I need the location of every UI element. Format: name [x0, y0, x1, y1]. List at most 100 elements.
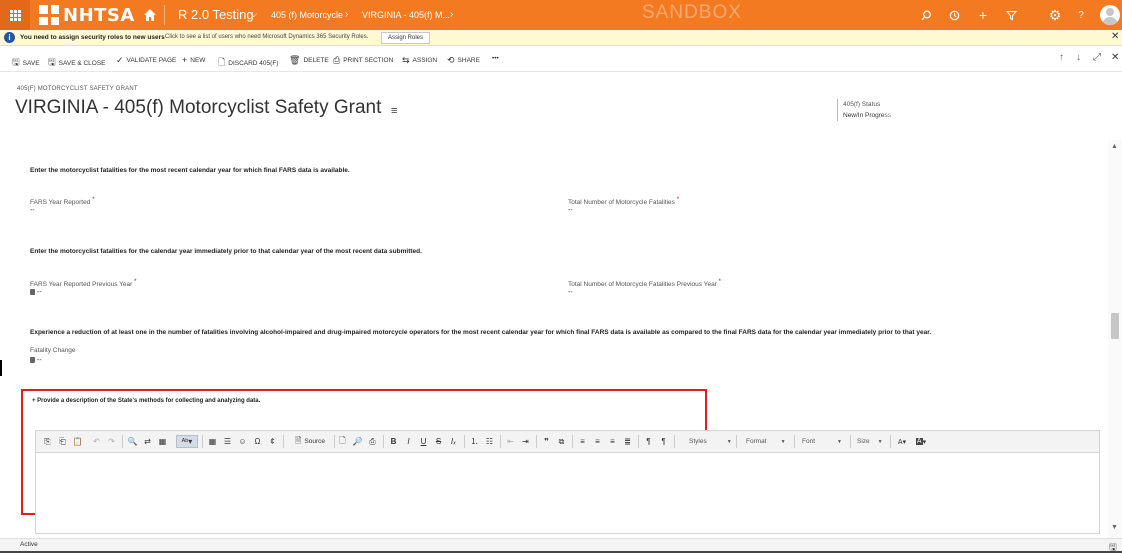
section-heading-prior-year: Enter the motorcyclist fatalities for th…	[30, 248, 422, 255]
table-icon[interactable]: ▦	[207, 435, 218, 448]
bulleted-list-icon[interactable]: ☷	[484, 435, 495, 448]
smiley-icon[interactable]: ☺	[237, 435, 248, 448]
size-dropdown[interactable]: Size ▼	[852, 435, 888, 448]
delete-button[interactable]: 🗑 DELETE	[289, 55, 329, 66]
status-label: 405(f) Status	[843, 101, 881, 108]
cut-icon[interactable]: ⎘	[42, 435, 53, 448]
discard-button[interactable]: 🗋 DISCARD 405(F)	[218, 55, 278, 71]
spellcheck-icon[interactable]: ᴬᵇ▾	[176, 435, 198, 448]
italic-icon[interactable]: I	[403, 435, 414, 448]
scroll-thumb[interactable]	[1111, 313, 1119, 339]
chevron-down-icon[interactable]: ⌵	[250, 9, 258, 20]
total-fatalities-label: Total Number of Motorcycle Fatalities *	[568, 197, 679, 206]
close-icon[interactable]: ✕	[1111, 52, 1119, 63]
new-page-icon[interactable]: 🗋	[337, 435, 348, 448]
align-center-icon[interactable]: ≡	[592, 435, 603, 448]
numbered-list-icon[interactable]: ⒈	[469, 435, 480, 448]
styles-label: Styles	[689, 438, 707, 445]
arrow-up-icon[interactable]: ↑	[1059, 52, 1064, 63]
top-nav-bar: NHTSA R 2.0 Testing ⌵ 405 (f) Motorcycle…	[0, 0, 1122, 30]
save-button[interactable]: 🖫 SAVE	[12, 55, 40, 71]
user-avatar[interactable]	[1100, 5, 1120, 25]
app-launcher-icon[interactable]	[0, 0, 30, 30]
preview-icon[interactable]: 🔎	[352, 435, 363, 448]
settings-icon[interactable]: ⚙	[1047, 7, 1063, 23]
underline-icon[interactable]: U	[418, 435, 429, 448]
required-mark: *	[718, 279, 721, 285]
save-close-button[interactable]: 🖫 SAVE & CLOSE	[48, 55, 106, 71]
assign-label: ASSIGN	[412, 57, 438, 64]
indent-icon[interactable]: ⇥	[520, 435, 531, 448]
copy-icon[interactable]: ⎗	[57, 435, 68, 448]
share-label: SHARE	[457, 57, 480, 64]
ltr-icon[interactable]: ¶	[643, 435, 654, 448]
justify-icon[interactable]: ≣	[622, 435, 633, 448]
bold-icon[interactable]: B	[388, 435, 399, 448]
expand-icon[interactable]: ⤢	[1093, 52, 1101, 63]
font-dropdown[interactable]: Font ▼	[796, 435, 848, 448]
fars-year-value[interactable]: --	[30, 207, 35, 214]
nhtsa-logo[interactable]: NHTSA	[38, 3, 157, 27]
toolbar-separator	[638, 435, 639, 448]
arrow-down-icon[interactable]: ↓	[1076, 52, 1081, 63]
more-commands-button[interactable]: •••	[492, 55, 499, 62]
share-button[interactable]: ⟲ SHARE	[447, 55, 480, 66]
fars-prev-value-text: --	[37, 289, 42, 296]
rtl-icon[interactable]: ¶	[658, 435, 669, 448]
undo-icon[interactable]: ↶	[91, 435, 102, 448]
discard-icon: 🗋	[218, 57, 226, 67]
form-selector-icon[interactable]: ≡	[391, 105, 397, 117]
total-fatalities-value[interactable]: --	[568, 207, 573, 214]
validate-page-button[interactable]: ✓ VALIDATE PAGE	[116, 55, 176, 66]
breadcrumb-entity[interactable]: 405 (f) Motorcycle	[271, 10, 343, 20]
new-button[interactable]: + NEW	[182, 55, 205, 65]
styles-dropdown[interactable]: Styles ▼	[679, 435, 734, 448]
notification-description[interactable]: Click to see a list of users who need Mi…	[165, 34, 368, 40]
filter-icon[interactable]	[1003, 7, 1019, 23]
add-icon[interactable]: +	[975, 7, 991, 23]
scroll-up-icon[interactable]: ▲	[1111, 143, 1118, 150]
outdent-icon[interactable]: ⇤	[505, 435, 516, 448]
iframe-icon[interactable]: ¢	[267, 435, 278, 448]
print-section-button[interactable]: ⎙ PRINT SECTION	[333, 55, 393, 66]
horizontal-line-icon[interactable]: ☰	[222, 435, 233, 448]
search-icon[interactable]	[918, 7, 934, 23]
format-dropdown[interactable]: Format ▼	[739, 435, 792, 448]
toolbar-separator	[850, 435, 851, 448]
share-icon: ⟲	[447, 55, 455, 65]
history-icon[interactable]	[946, 7, 962, 23]
remove-format-icon[interactable]: Iₓ	[448, 435, 459, 448]
find-icon[interactable]: 🔍	[127, 435, 138, 448]
font-label: Font	[802, 438, 816, 445]
rich-text-editor[interactable]: ⎘ ⎗ 📋 ↶ ↷ 🔍 ⇄ ▦ ᴬᵇ▾ ▦ ☰ ☺ Ω ¢ 🗎 Source 🗋 …	[35, 430, 1100, 534]
replace-icon[interactable]: ⇄	[142, 435, 153, 448]
select-all-icon[interactable]: ▦	[157, 435, 168, 448]
assign-button[interactable]: ⇆ ASSIGN	[402, 55, 437, 66]
vertical-scrollbar[interactable]: ▲ ▼	[1108, 140, 1122, 538]
save-icon[interactable]: 🖫	[1109, 540, 1117, 556]
fars-prev-value: --	[30, 289, 42, 296]
editor-content-area[interactable]	[36, 453, 1099, 533]
source-button[interactable]: 🗎 Source	[288, 435, 332, 448]
paste-icon[interactable]: 📋	[72, 435, 83, 448]
blockquote-icon[interactable]: ❞	[541, 435, 552, 448]
assign-roles-button[interactable]: Assign Roles	[381, 32, 431, 44]
breadcrumb-record[interactable]: VIRGINIA - 405(f) M...	[362, 10, 450, 20]
description-label[interactable]: + Provide a description of the State's m…	[32, 398, 260, 404]
validate-label: VALIDATE PAGE	[126, 57, 177, 64]
close-icon[interactable]: ✕	[1111, 31, 1119, 42]
redo-icon[interactable]: ↷	[106, 435, 117, 448]
print-icon[interactable]: ⎙	[367, 435, 378, 448]
print-icon: ⎙	[333, 55, 341, 65]
align-right-icon[interactable]: ≡	[607, 435, 618, 448]
app-name[interactable]: R 2.0 Testing	[178, 7, 254, 22]
text-color-icon[interactable]: A▾	[893, 435, 911, 448]
align-left-icon[interactable]: ≡	[577, 435, 588, 448]
scroll-down-icon[interactable]: ▼	[1111, 524, 1118, 531]
special-char-icon[interactable]: Ω	[252, 435, 263, 448]
background-color-icon[interactable]: A ▾	[912, 435, 930, 448]
strikethrough-icon[interactable]: S	[433, 435, 444, 448]
record-status: Active	[20, 541, 38, 548]
div-container-icon[interactable]: ⧉	[556, 435, 567, 448]
help-icon[interactable]: ?	[1073, 7, 1089, 23]
